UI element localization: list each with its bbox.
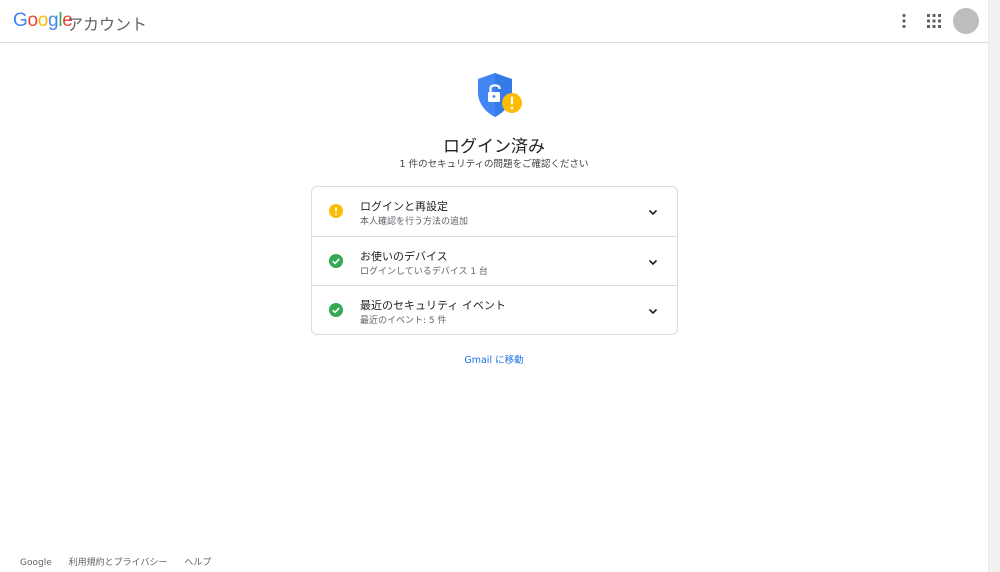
shield-unlock-warning-icon (478, 73, 522, 117)
check-circle-icon (329, 254, 343, 268)
app-header: Google アカウント (0, 0, 988, 43)
issue-title: 最近のセキュリティ イベント (360, 299, 506, 312)
page-subtitle: 1 件のセキュリティの問題をご確認ください (399, 159, 589, 170)
more-vert-icon (902, 13, 906, 29)
chevron-down-icon (648, 308, 658, 315)
page-title: ログイン済み (443, 137, 545, 157)
check-circle-icon (329, 303, 343, 317)
go-to-gmail-link[interactable]: Gmail に移動 (464, 355, 523, 366)
issue-subtitle: 最近のイベント: 5 件 (360, 316, 447, 326)
issue-subtitle: ログインしているデバイス 1 台 (360, 267, 488, 277)
google-logo[interactable]: Google (13, 10, 73, 32)
footer-link-google[interactable]: Google (20, 558, 52, 568)
chevron-down-icon (648, 209, 658, 216)
chevron-down-icon (648, 259, 658, 266)
product-name: アカウント (67, 15, 148, 34)
footer-link-help[interactable]: ヘルプ (184, 558, 211, 568)
security-issues-card: ログインと再設定 本人確認を行う方法の追加 お使いのデバイス ログインしているデ… (311, 186, 678, 335)
warning-icon (329, 204, 343, 218)
apps-grid-icon (927, 14, 941, 28)
page-scrollbar[interactable] (988, 0, 1000, 572)
issue-title: お使いのデバイス (360, 250, 448, 263)
more-options-button[interactable] (894, 11, 914, 31)
issue-row-recovery[interactable]: ログインと再設定 本人確認を行う方法の追加 (312, 187, 677, 236)
issue-subtitle: 本人確認を行う方法の追加 (360, 217, 469, 227)
gmail-link-container: Gmail に移動 (0, 352, 988, 366)
account-avatar[interactable] (953, 8, 979, 34)
issue-row-security-events[interactable]: 最近のセキュリティ イベント 最近のイベント: 5 件 (312, 285, 677, 335)
footer-link-terms-privacy[interactable]: 利用規約とプライバシー (69, 558, 168, 568)
footer: Google 利用規約とプライバシー ヘルプ (20, 555, 225, 568)
google-apps-button[interactable] (926, 13, 942, 29)
issue-title: ログインと再設定 (360, 200, 448, 213)
issue-row-devices[interactable]: お使いのデバイス ログインしているデバイス 1 台 (312, 236, 677, 286)
